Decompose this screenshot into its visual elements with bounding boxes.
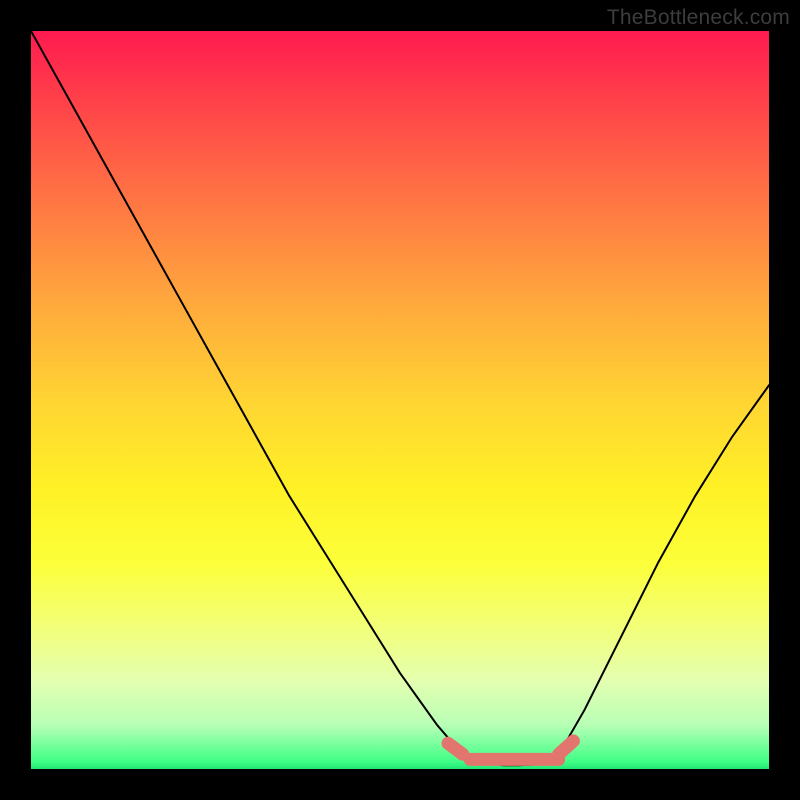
watermark-text: TheBottleneck.com [607, 6, 790, 30]
highlight-segment [559, 741, 574, 754]
plot-area [31, 31, 769, 769]
highlight-band [448, 741, 573, 759]
bottleneck-curve [31, 31, 769, 765]
highlight-segment [448, 743, 463, 754]
chart-overlay [31, 31, 769, 769]
chart-frame: TheBottleneck.com [0, 0, 800, 800]
